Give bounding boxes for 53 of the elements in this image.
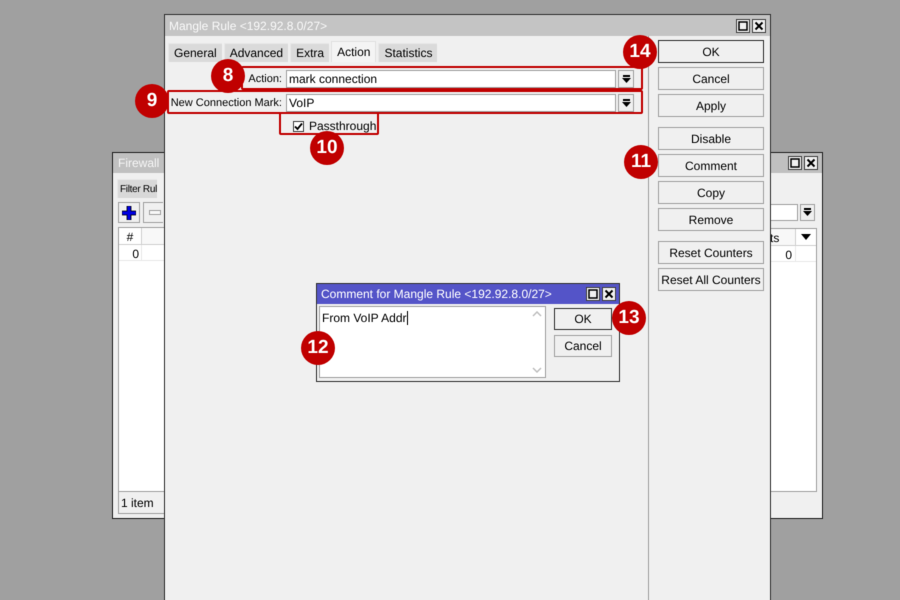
tab[interactable]: Advanced (224, 43, 288, 62)
close-button[interactable] (804, 156, 818, 170)
maximize-button[interactable] (736, 18, 750, 32)
scroll-up-icon (532, 311, 542, 317)
dialog-button[interactable]: Apply (658, 94, 764, 117)
dialog-button[interactable]: Cancel (658, 67, 764, 90)
dropdown-arrow-icon (803, 208, 812, 217)
close-icon (754, 20, 764, 30)
dropdown-arrow-icon (622, 74, 630, 84)
check-icon (294, 122, 303, 130)
scroll-down-icon (532, 367, 542, 373)
checkbox[interactable] (293, 120, 304, 132)
input-field[interactable]: VoIP (286, 94, 616, 112)
column-header[interactable]: ts (770, 229, 796, 245)
dropdown-arrow-icon (622, 98, 630, 108)
window-title: Comment for Mangle Rule <192.92.8.0/27> (321, 286, 552, 303)
dialog-button[interactable]: OK (658, 40, 764, 63)
dialog-button[interactable]: Comment (658, 154, 764, 177)
dialog-button[interactable]: Disable (658, 127, 764, 150)
maximize-icon (588, 289, 598, 299)
close-button[interactable] (752, 18, 766, 32)
tab[interactable]: General (168, 43, 222, 62)
table-cell: 0 (119, 245, 142, 260)
input-field[interactable] (770, 204, 798, 221)
plus-icon (122, 206, 136, 220)
add-button[interactable] (118, 202, 140, 223)
input-field[interactable]: mark connection (286, 70, 616, 88)
minus-icon (149, 210, 161, 216)
tab[interactable]: Action (331, 41, 376, 62)
dropdown-button[interactable] (800, 204, 815, 221)
tab[interactable]: Filter Rul (117, 179, 158, 198)
close-icon (604, 289, 614, 299)
status-text: 1 item (119, 491, 164, 513)
maximize-button[interactable] (586, 287, 600, 301)
dialog-button[interactable]: Copy (658, 181, 764, 204)
dropdown-button[interactable] (618, 70, 634, 88)
dialog-button[interactable]: Reset All Counters (658, 268, 764, 291)
maximize-icon (790, 158, 800, 168)
dialog-button[interactable]: Cancel (554, 335, 612, 357)
maximize-icon (738, 20, 748, 30)
maximize-button[interactable] (788, 156, 802, 170)
dropdown-button[interactable] (618, 94, 634, 112)
close-icon (806, 158, 816, 168)
caret-icon (801, 234, 811, 240)
dialog-button[interactable]: Remove (658, 208, 764, 231)
field-label: Action: (248, 72, 282, 87)
dialog-button[interactable]: Reset Counters (658, 241, 764, 264)
tab[interactable]: Extra (290, 43, 330, 62)
callout-badge: 9 (135, 84, 169, 118)
field-label: New Connection Mark: (170, 96, 282, 111)
close-button[interactable] (602, 287, 616, 301)
tab[interactable]: Statistics (378, 43, 438, 62)
dialog-button[interactable]: OK (554, 308, 612, 330)
